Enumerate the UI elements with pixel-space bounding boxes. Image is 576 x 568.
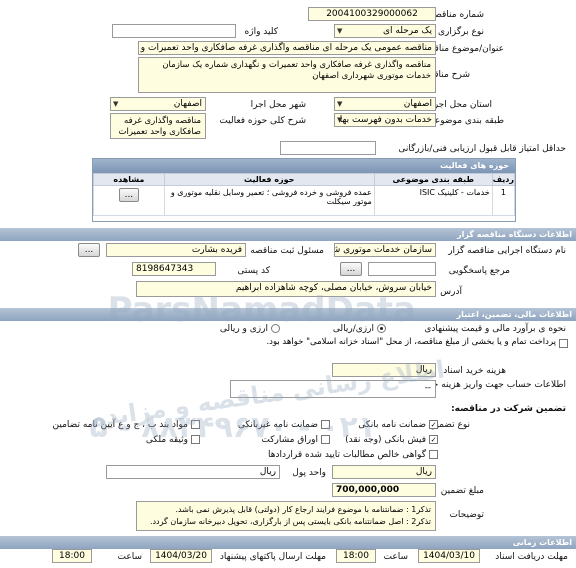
col-index: ردیف: [491, 173, 516, 186]
amount-unit-label: واحد پول: [292, 468, 326, 478]
cell-activity: عمده فروشی و خرده فروشی ؛ تعمیر وسایل نق…: [163, 185, 375, 216]
classification-value: خدمات بدون فهرست بها: [339, 115, 432, 125]
receive-time-label: ساعت: [383, 552, 409, 562]
activity-desc-field[interactable]: مناقصه واگذاری غرفه صافکاری واحد تعمیرات…: [110, 113, 206, 139]
tender-number-field[interactable]: 2004100329000062: [308, 7, 436, 21]
estimate-rial-radio[interactable]: [377, 324, 386, 333]
notes-field[interactable]: تذکر1 : ضمانتنامه با موضوع فرایند ارجاع …: [136, 501, 436, 531]
table-row[interactable]: 1 خدمات - کلینیک ISIC عمده فروشی و خرده …: [93, 185, 516, 216]
description-field[interactable]: مناقصه واگذاری غرفه صافکاری واحد تعمیرات…: [138, 57, 436, 93]
min-score-field[interactable]: [280, 141, 376, 155]
receive-date-field[interactable]: 1404/03/10: [418, 549, 480, 563]
estimate-rial-label: ارزی/ریالی: [332, 324, 374, 334]
g-nonbank-checkbox[interactable]: [321, 420, 330, 429]
doc-cost-field[interactable]: ریال: [332, 363, 436, 377]
amount-unit-field[interactable]: ریال: [332, 465, 436, 479]
address-label: آدرس: [440, 287, 462, 297]
send-time-field[interactable]: 18:00: [52, 549, 92, 563]
keyword-input[interactable]: [112, 24, 236, 38]
registrar-label: مسئول ثبت مناقصه: [250, 246, 324, 256]
send-date-field[interactable]: 1404/03/20: [150, 549, 212, 563]
estimate-fx-radio[interactable]: [271, 324, 280, 333]
timing-section-bar: اطلاعات زمانی: [0, 536, 576, 549]
cell-view: ...: [93, 185, 165, 216]
reply-ref-field[interactable]: [368, 262, 436, 276]
g-property-label: وثیقه ملکی: [145, 435, 188, 445]
notes-label: توضیحات: [449, 510, 484, 520]
col-classification: طبقه بندی موضوعی: [373, 173, 493, 186]
g-property-checkbox[interactable]: [191, 435, 200, 444]
registrar-more-button[interactable]: ...: [78, 243, 100, 257]
guarantee-label: تضمین شرکت در مناقصه:: [451, 404, 566, 414]
province-value: اصفهان: [403, 99, 432, 109]
org-field[interactable]: سازمان خدمات موتوری شهرداری اصفهان: [334, 243, 436, 257]
financial-section-bar: اطلاعات مالی، تضمین، اعتبار: [0, 308, 576, 321]
org-label: نام دستگاه اجرایی مناقصه گزار: [448, 246, 566, 256]
payment-text: پرداخت تمام و یا بخشی از مبلغ مناقصه، از…: [266, 337, 556, 347]
send-time-label: ساعت: [117, 552, 143, 562]
min-score-label: حداقل امتیاز قابل قبول ارزیابی فنی/بازرگ…: [398, 144, 566, 154]
receive-label: مهلت دریافت اسناد: [495, 552, 568, 562]
account-field[interactable]: --: [230, 380, 436, 398]
estimate-label: نحوه ی برآورد مالی و قیمت پیشنهادی: [424, 324, 566, 334]
chevron-down-icon: ▼: [113, 100, 119, 108]
keyword-label: کلید واژه: [244, 27, 278, 37]
receive-time-field[interactable]: 18:00: [336, 549, 376, 563]
classification-label: طبقه بندی موضوعی: [427, 116, 504, 126]
g-bank-label: ضمانت نامه بانکی: [358, 420, 426, 430]
activity-grid: حوزه های فعالیت ردیف طبقه بندی موضوعی حو…: [92, 158, 516, 222]
chevron-down-icon: ▼: [337, 116, 343, 124]
postal-label: کد پستی: [237, 266, 270, 276]
col-activity: حوزه فعالیت: [163, 173, 375, 186]
activity-table: ردیف طبقه بندی موضوعی حوزه فعالیت مشاهده…: [93, 173, 516, 216]
amount-field[interactable]: 700,000,000: [332, 483, 436, 497]
activity-desc-label: شرح کلی حوزه فعالیت: [219, 116, 306, 126]
cell-classification: خدمات - کلینیک ISIC: [373, 185, 493, 216]
chevron-down-icon: ▼: [337, 27, 343, 35]
chevron-down-icon: ▼: [337, 100, 343, 108]
address-field[interactable]: خیابان سروش، خیابان مصلی، کوچه شاهزاده ا…: [136, 281, 436, 297]
col-view: مشاهده: [93, 173, 165, 186]
estimate-fx-label: ارزی و ریالی: [219, 324, 268, 334]
registrar-field[interactable]: فریده بشارت: [106, 243, 246, 257]
province-select[interactable]: اصفهان ▼: [334, 97, 436, 111]
stage-type-label: نوع برگزاری: [438, 27, 484, 37]
send-label: مهلت ارسال پاکتهای پیشنهاد: [219, 552, 326, 562]
title-field[interactable]: مناقصه عمومی یک مرحله ای مناقصه واگذاری …: [138, 41, 436, 55]
city-label: شهر محل اجرا: [250, 100, 306, 110]
activity-table-header-row: ردیف طبقه بندی موضوعی حوزه فعالیت مشاهده: [93, 173, 516, 186]
city-select[interactable]: اصفهان ▼: [110, 97, 206, 111]
doc-cost-label: هزینه خرید اسناد: [443, 366, 506, 376]
stage-type-value: یک مرحله ای: [383, 26, 432, 36]
postal-field[interactable]: 8198647343: [132, 262, 216, 276]
activity-grid-header: حوزه های فعالیت: [93, 159, 515, 173]
g-cash-label: فیش بانکی (وجه نقد): [345, 435, 426, 445]
amount-label: مبلغ تضمین: [440, 486, 484, 496]
g-bond-label: مواد بند ب ، ج و ع آیین نامه تضامین: [52, 420, 188, 430]
amount-unit-field-2[interactable]: ریال: [106, 465, 280, 479]
view-button[interactable]: ...: [118, 188, 139, 202]
classification-select[interactable]: خدمات بدون فهرست بها ▼: [334, 113, 436, 127]
city-value: اصفهان: [173, 99, 202, 109]
cell-index: 1: [491, 185, 516, 216]
stage-type-select[interactable]: یک مرحله ای ▼: [334, 24, 436, 38]
tenderer-section-bar: اطلاعات دستگاه مناقصه گزار: [0, 228, 576, 241]
g-stock-label: اوراق مشارکت: [261, 435, 318, 445]
g-claims-checkbox[interactable]: [429, 450, 438, 459]
tender-number-label: شماره مناقصه: [429, 10, 484, 20]
g-nonbank-label: ضمانت نامه غیربانکی: [237, 420, 318, 430]
g-cash-checkbox[interactable]: ✓: [429, 435, 438, 444]
payment-checkbox[interactable]: [559, 339, 568, 348]
reply-ref-label: مرجع پاسخگویی: [448, 266, 510, 276]
reply-ref-button[interactable]: ...: [340, 262, 362, 276]
g-claims-label: گواهی خالص مطالبات تایید شده قراردادها: [268, 450, 426, 460]
g-bank-checkbox[interactable]: ✓: [429, 420, 438, 429]
province-label: استان محل اجرا: [431, 100, 492, 110]
g-stock-checkbox[interactable]: [321, 435, 330, 444]
g-bond-checkbox[interactable]: [191, 420, 200, 429]
